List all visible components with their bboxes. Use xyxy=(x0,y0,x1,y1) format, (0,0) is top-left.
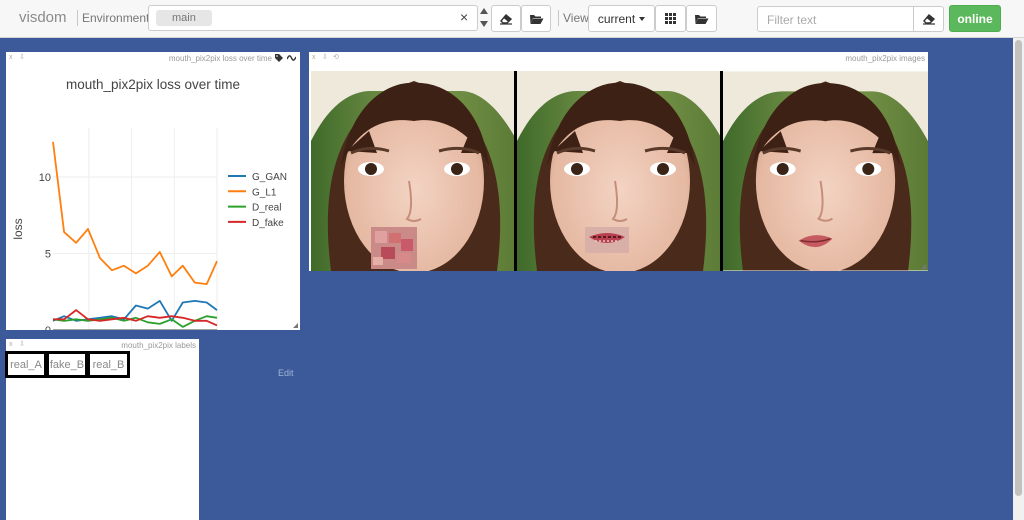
y-tick-label: 0 xyxy=(45,325,51,330)
face-image-real-a xyxy=(311,71,517,271)
arrow-down-icon[interactable] xyxy=(480,21,488,27)
smooth-line-icon[interactable] xyxy=(287,55,296,61)
series-line-g-l1 xyxy=(52,141,218,286)
legend-label: D_fake xyxy=(252,218,284,229)
manage-views-button[interactable] xyxy=(686,5,717,32)
save-pane-icon[interactable]: ⇩ xyxy=(19,341,25,349)
reset-zoom-icon[interactable]: ⟲ xyxy=(333,54,339,62)
loss-line-chart[interactable]: mouth_pix2pix loss over time1.522.530510… xyxy=(6,64,300,330)
save-pane-icon[interactable]: ⇩ xyxy=(19,54,25,62)
view-selected-value: current xyxy=(597,11,636,26)
view-select-dropdown[interactable]: current xyxy=(588,5,655,32)
face-image-graphic xyxy=(311,71,514,271)
images-pane[interactable]: x ⇩ ⟲ mouth_pix2pix images xyxy=(309,52,928,271)
close-pane-icon[interactable]: x xyxy=(9,54,13,62)
chart-title: mouth_pix2pix loss over time xyxy=(66,77,240,92)
eraser-icon xyxy=(500,13,513,25)
repack-layout-button[interactable] xyxy=(655,5,686,32)
series-line-d-real xyxy=(52,315,218,328)
manage-environments-button[interactable] xyxy=(521,5,551,32)
pane-title: mouth_pix2pix loss over time xyxy=(168,54,272,63)
pane-title-bar[interactable]: x ⇩ mouth_pix2pix loss over time xyxy=(6,52,300,64)
y-tick-label: 10 xyxy=(39,172,51,184)
nav-divider xyxy=(77,10,78,26)
label-cell-fake-b: fake_B xyxy=(46,351,88,378)
environment-stepper-icon[interactable] xyxy=(478,5,490,31)
tag-icon[interactable] xyxy=(275,54,283,62)
clear-environment-button[interactable] xyxy=(491,5,521,32)
legend-label: D_real xyxy=(252,203,281,214)
y-axis-label: loss xyxy=(11,218,25,239)
image-grid xyxy=(311,71,928,271)
resize-handle-icon[interactable] xyxy=(293,323,298,328)
pane-title-bar[interactable]: x ⇩ ⟲ mouth_pix2pix images xyxy=(309,52,928,64)
label-cell-real-a: real_A xyxy=(5,351,47,378)
page-scrollbar[interactable] xyxy=(1013,38,1024,520)
folder-open-icon xyxy=(529,14,543,24)
labels-table: real_A fake_B real_B xyxy=(5,351,130,378)
nav-divider xyxy=(558,10,559,26)
top-navbar: visdom Environment main × View current F… xyxy=(0,0,1024,38)
brand-logo[interactable]: visdom xyxy=(19,9,67,26)
clear-filter-button[interactable] xyxy=(913,6,944,32)
view-label: View xyxy=(563,11,589,25)
legend-label: G_L1 xyxy=(252,187,277,198)
environment-tag-main[interactable]: main xyxy=(156,10,212,26)
arrow-up-icon[interactable] xyxy=(480,8,488,14)
face-image-graphic xyxy=(723,71,928,271)
environment-selector[interactable]: main xyxy=(148,5,478,31)
label-cell-real-b: real_B xyxy=(87,351,130,378)
scrollbar-thumb[interactable] xyxy=(1015,40,1022,496)
pane-title: mouth_pix2pix images xyxy=(845,54,925,63)
clear-environment-icon[interactable]: × xyxy=(460,8,468,26)
save-pane-icon[interactable]: ⇩ xyxy=(322,54,328,62)
edit-plot-link[interactable]: Edit xyxy=(278,368,294,378)
face-image-real-b xyxy=(723,71,928,271)
legend-label: G_GAN xyxy=(252,172,287,183)
folder-open-icon xyxy=(695,14,709,24)
close-pane-icon[interactable]: x xyxy=(9,341,13,349)
face-image-graphic xyxy=(517,71,720,271)
face-image-fake-b xyxy=(517,71,723,271)
y-tick-label: 5 xyxy=(45,248,51,260)
pane-title-bar[interactable]: x ⇩ mouth_pix2pix labels xyxy=(6,339,199,351)
eraser-icon xyxy=(922,14,935,25)
resize-handle-icon[interactable] xyxy=(921,264,926,269)
environment-label: Environment xyxy=(82,11,150,25)
loss-chart-pane[interactable]: x ⇩ mouth_pix2pix loss over time mouth_p… xyxy=(6,52,300,378)
grid-icon xyxy=(665,13,676,24)
chevron-down-icon xyxy=(639,16,646,21)
filter-text-input[interactable]: Filter text xyxy=(757,6,914,32)
close-pane-icon[interactable]: x xyxy=(312,54,316,62)
online-status-button[interactable]: online xyxy=(949,5,1001,32)
pane-title: mouth_pix2pix labels xyxy=(121,341,196,350)
